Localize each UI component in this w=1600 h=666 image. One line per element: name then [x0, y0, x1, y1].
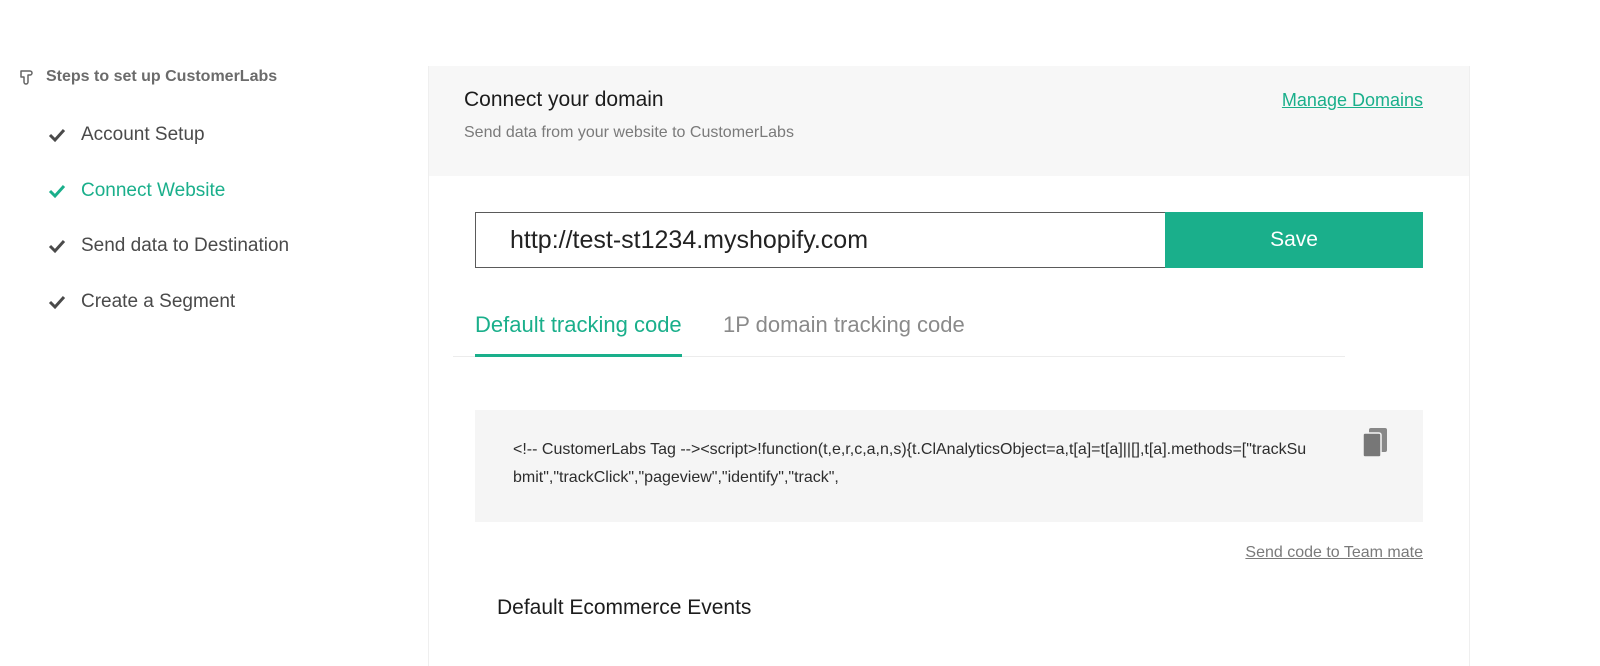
setup-sidebar: Steps to set up CustomerLabs — [18, 64, 418, 90]
tab-1p-domain-tracking-code[interactable]: 1P domain tracking code — [723, 312, 965, 354]
tracking-code-snippet: <!-- CustomerLabs Tag --><script>!functi… — [513, 441, 1307, 486]
domain-form: Save — [475, 212, 1423, 268]
check-icon — [48, 128, 66, 143]
step-account-setup[interactable]: Account Setup — [47, 124, 205, 146]
step-label: Connect Website — [81, 180, 226, 201]
step-label: Send data to Destination — [81, 235, 290, 256]
check-icon — [48, 239, 66, 254]
tab-default-tracking-code[interactable]: Default tracking code — [475, 312, 682, 357]
copy-icon[interactable] — [1363, 428, 1387, 458]
save-button[interactable]: Save — [1165, 212, 1423, 268]
check-icon — [48, 184, 66, 199]
step-create-segment[interactable]: Create a Segment — [47, 291, 235, 313]
steps-header-label: Steps to set up CustomerLabs — [46, 68, 278, 85]
check-icon — [48, 295, 66, 310]
default-ecommerce-events-heading: Default Ecommerce Events — [497, 596, 752, 619]
hand-pointer-icon — [20, 70, 33, 85]
step-connect-website[interactable]: Connect Website — [47, 180, 225, 202]
step-label: Account Setup — [81, 124, 205, 145]
page-subtitle: Send data from your website to CustomerL… — [464, 124, 794, 141]
panel-header: Connect your domain Send data from your … — [429, 66, 1469, 176]
domain-url-input[interactable] — [475, 212, 1165, 268]
send-code-to-teammate-link[interactable]: Send code to Team mate — [1245, 544, 1423, 562]
steps-header: Steps to set up CustomerLabs — [18, 64, 418, 90]
page-title: Connect your domain — [464, 88, 664, 111]
manage-domains-link[interactable]: Manage Domains — [1282, 90, 1423, 111]
step-label: Create a Segment — [81, 291, 236, 312]
step-send-data[interactable]: Send data to Destination — [47, 235, 289, 257]
connect-domain-panel: Connect your domain Send data from your … — [428, 66, 1470, 666]
tracking-code-tabs: Default tracking code 1P domain tracking… — [453, 312, 1345, 357]
tracking-code-box: <!-- CustomerLabs Tag --><script>!functi… — [475, 410, 1423, 522]
